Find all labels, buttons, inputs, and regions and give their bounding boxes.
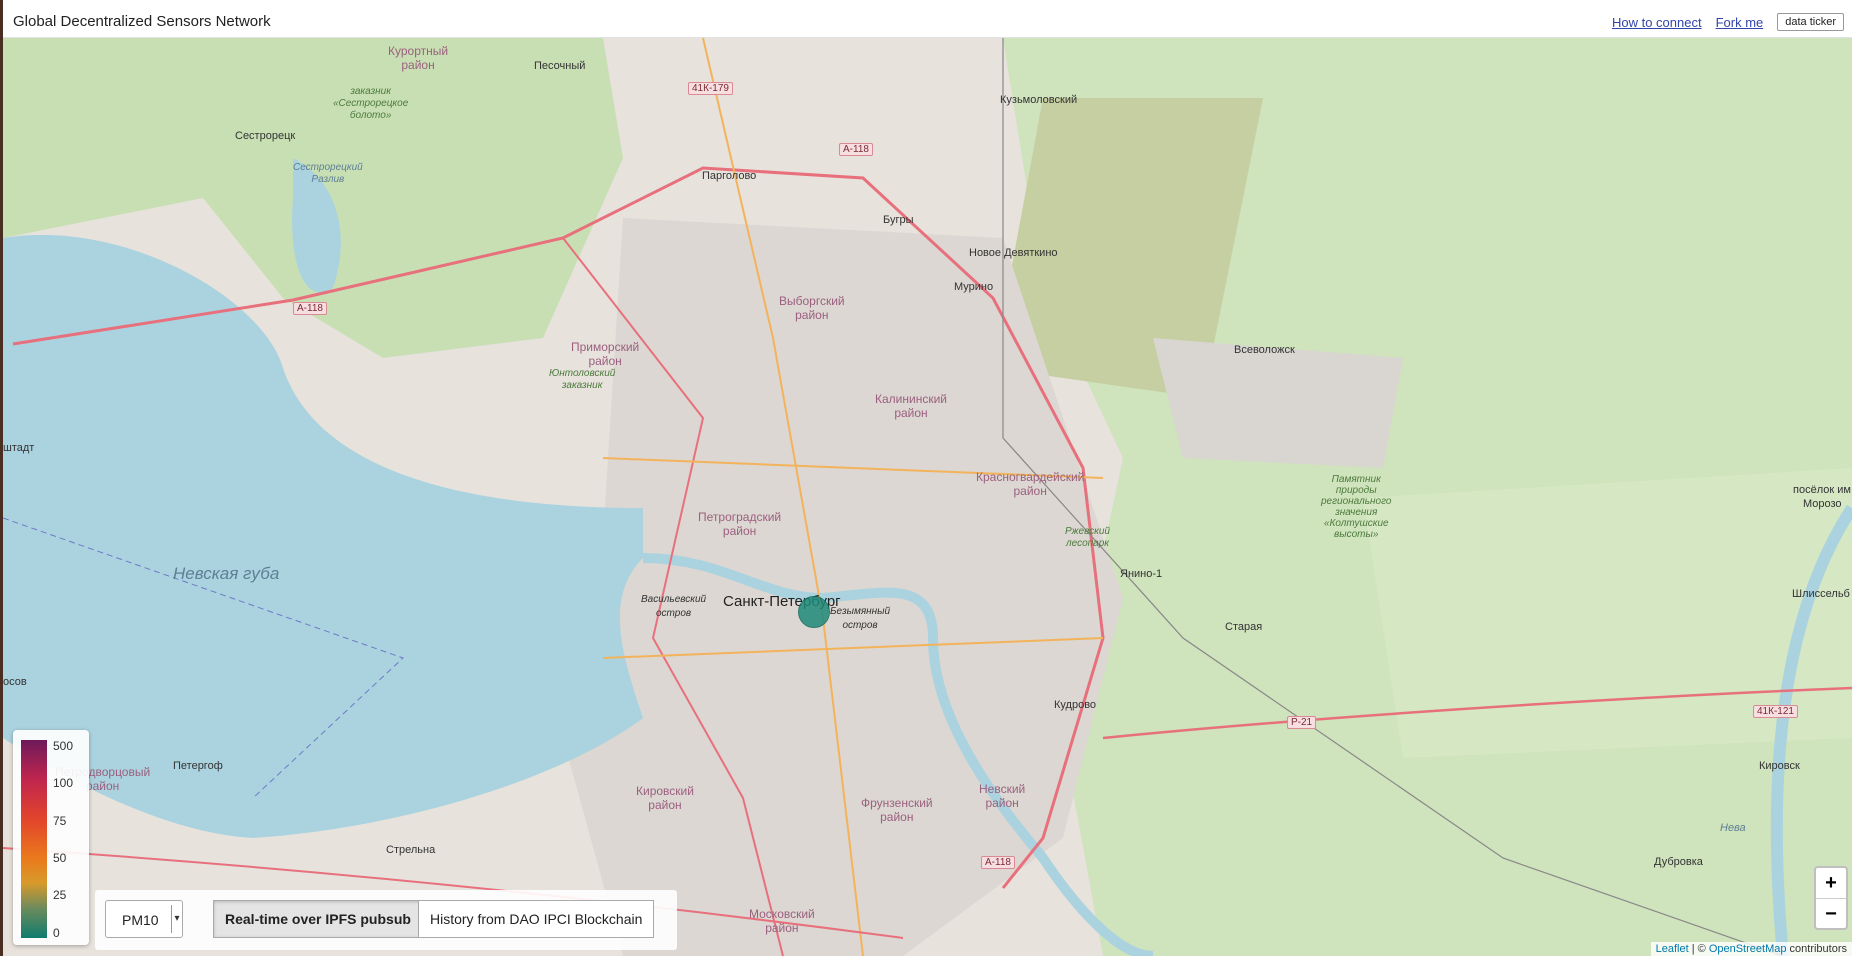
leaflet-link[interactable]: Leaflet <box>1656 943 1689 955</box>
place-label: штадт <box>3 442 35 454</box>
place-label: Петергоф <box>173 760 223 772</box>
district-label: Приморский район <box>571 340 640 368</box>
realtime-button[interactable]: Real-time over IPFS pubsub <box>213 900 423 938</box>
metric-select[interactable]: PM10 ▾ <box>105 900 183 938</box>
place-label: Янино-1 <box>1120 568 1163 580</box>
district-label: Безымянный остров <box>830 606 891 631</box>
legend-tick: 500 <box>53 739 74 753</box>
place-label: Бугры <box>883 214 914 226</box>
place-label: Стрельна <box>386 844 436 856</box>
place-label: Кудрово <box>1054 699 1097 711</box>
nature-label: Юнтоловский заказник <box>549 368 616 391</box>
header-bar: Global Decentralized Sensors Network How… <box>3 0 1852 38</box>
place-label: Старая <box>1225 621 1263 633</box>
district-label: Кировский район <box>636 784 694 812</box>
district-label: Московский район <box>749 907 815 935</box>
place-label: Сестрорецк <box>235 130 296 142</box>
history-button[interactable]: History from DAO IPCI Blockchain <box>418 900 655 938</box>
attribution-suffix: contributors <box>1786 943 1847 955</box>
controls-panel: PM10 ▾ Real-time over IPFS pubsub Histor… <box>95 890 677 950</box>
legend-tick: 0 <box>53 926 60 940</box>
place-label: Парголово <box>702 170 757 182</box>
legend-tick: 50 <box>53 851 67 865</box>
metric-select-value: PM10 <box>122 912 159 928</box>
nature-label: Ржевский лесопарк <box>1065 526 1110 549</box>
road-shield: Р-21 <box>1287 716 1317 729</box>
road-shield: А-118 <box>981 856 1015 869</box>
nature-label: заказник «Сестрорецкое болото» <box>333 86 409 121</box>
place-label: Песочный <box>534 60 586 72</box>
legend-tick: 25 <box>53 888 67 902</box>
how-to-connect-link[interactable]: How to connect <box>1612 15 1702 30</box>
header-links: How to connect Fork me data ticker <box>1612 13 1844 31</box>
legend-tick: 75 <box>53 814 67 828</box>
district-label: Васильевский остров <box>641 594 707 619</box>
district-label: Красногвардейский район <box>976 470 1085 498</box>
road-shield: А-118 <box>839 143 873 156</box>
zoom-in-button[interactable]: + <box>1816 868 1846 899</box>
place-label: Всеволожск <box>1234 344 1295 356</box>
water-label: Невская губа <box>173 564 280 583</box>
map-attribution: Leaflet | © OpenStreetMap contributors <box>1650 942 1852 956</box>
map-view[interactable]: Невская губа Санкт-Петербург Сестрорецк … <box>3 38 1852 956</box>
sensor-marker[interactable] <box>798 596 830 628</box>
zoom-control: + − <box>1814 866 1848 930</box>
legend-color-bar <box>21 740 47 938</box>
district-label: Невский район <box>979 782 1026 810</box>
nature-label: Сестрорецкий Разлив <box>293 162 363 185</box>
place-label: Шлиссельб <box>1792 588 1850 600</box>
zoom-out-button[interactable]: − <box>1816 899 1846 929</box>
nature-label: Памятник природы регионального значения … <box>1321 474 1392 540</box>
page-title: Global Decentralized Sensors Network <box>13 13 271 30</box>
chevron-down-icon[interactable]: ▾ <box>171 905 182 933</box>
legend-tick: 100 <box>53 776 74 790</box>
district-label: Фрунзенский район <box>861 796 933 824</box>
place-label: Кировск <box>1759 760 1800 772</box>
road-shield: 41К-179 <box>688 82 733 95</box>
district-label: Петроградский район <box>698 510 782 538</box>
place-label: Мурино <box>954 281 994 293</box>
osm-link[interactable]: OpenStreetMap <box>1709 943 1787 955</box>
place-label: осов <box>3 676 27 688</box>
road-shield: 41К-121 <box>1753 705 1798 718</box>
color-legend: 500 100 75 50 25 0 <box>13 730 89 945</box>
district-label: Курортный район <box>388 44 449 72</box>
place-label: Морозо <box>1803 498 1842 510</box>
place-label: Нева <box>1720 822 1746 834</box>
fork-me-link[interactable]: Fork me <box>1716 15 1764 30</box>
place-label: Кузьмоловский <box>1000 94 1078 106</box>
attribution-separator: | © <box>1688 943 1709 955</box>
place-label: Новое Девяткино <box>969 247 1058 259</box>
road-shield: А-118 <box>293 302 327 315</box>
district-label: Выборгский район <box>779 294 845 322</box>
district-label: Калининский район <box>875 392 947 420</box>
place-label: посёлок им <box>1793 484 1851 496</box>
place-label: Дубровка <box>1654 856 1703 868</box>
app-frame: Global Decentralized Sensors Network How… <box>3 0 1852 956</box>
data-ticker-button[interactable]: data ticker <box>1777 13 1844 31</box>
